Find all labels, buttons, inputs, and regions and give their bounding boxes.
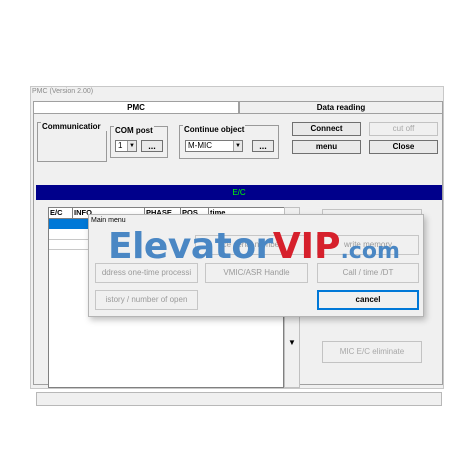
connect-button[interactable]: Connect xyxy=(292,122,361,136)
cut-off-button[interactable]: cut off xyxy=(369,122,438,136)
dialog-title: Main menu xyxy=(91,217,126,224)
communication-label: Communicatior xyxy=(41,122,109,131)
continue-object-group: Continue object M-MIC ▼ ... xyxy=(179,125,279,159)
continue-object-value: M-MIC xyxy=(188,141,212,150)
com-port-value: 1 xyxy=(118,141,123,150)
tab-data-reading[interactable]: Data reading xyxy=(239,101,443,113)
com-port-browse-button[interactable]: ... xyxy=(141,140,163,152)
com-port-label: COM post xyxy=(114,126,154,135)
window-title: PMC (Version 2.00) xyxy=(32,88,94,95)
continue-object-select[interactable]: M-MIC ▼ xyxy=(185,140,243,152)
continue-object-label: Continue object xyxy=(183,125,246,134)
status-bar xyxy=(36,392,442,406)
elevatorvip-watermark: ElevatorVIP.com xyxy=(108,226,400,267)
chevron-down-icon: ▼ xyxy=(233,141,242,151)
communication-group: Communicatior COM post 1 ▼ ... xyxy=(37,122,168,162)
cancel-button[interactable]: cancel xyxy=(317,290,419,310)
continue-object-browse-button[interactable]: ... xyxy=(252,140,274,152)
menu-button[interactable]: menu xyxy=(292,140,361,154)
scroll-down-arrow-icon[interactable]: ▼ xyxy=(288,338,296,347)
tab-pmc[interactable]: PMC xyxy=(33,101,239,113)
mic-ec-eliminate-button[interactable]: MIC E/C eliminate xyxy=(322,341,422,363)
close-button[interactable]: Close xyxy=(369,140,438,154)
com-port-group: COM post 1 ▼ ... xyxy=(110,126,168,158)
column-header-ec[interactable]: E/C xyxy=(49,208,73,219)
ec-header-bar: E/C xyxy=(36,185,442,200)
tab-bar: PMC Data reading xyxy=(33,101,443,113)
chevron-down-icon: ▼ xyxy=(127,141,136,151)
com-port-select[interactable]: 1 ▼ xyxy=(115,140,137,152)
history-number-of-open-button[interactable]: istory / number of open xyxy=(95,290,198,310)
